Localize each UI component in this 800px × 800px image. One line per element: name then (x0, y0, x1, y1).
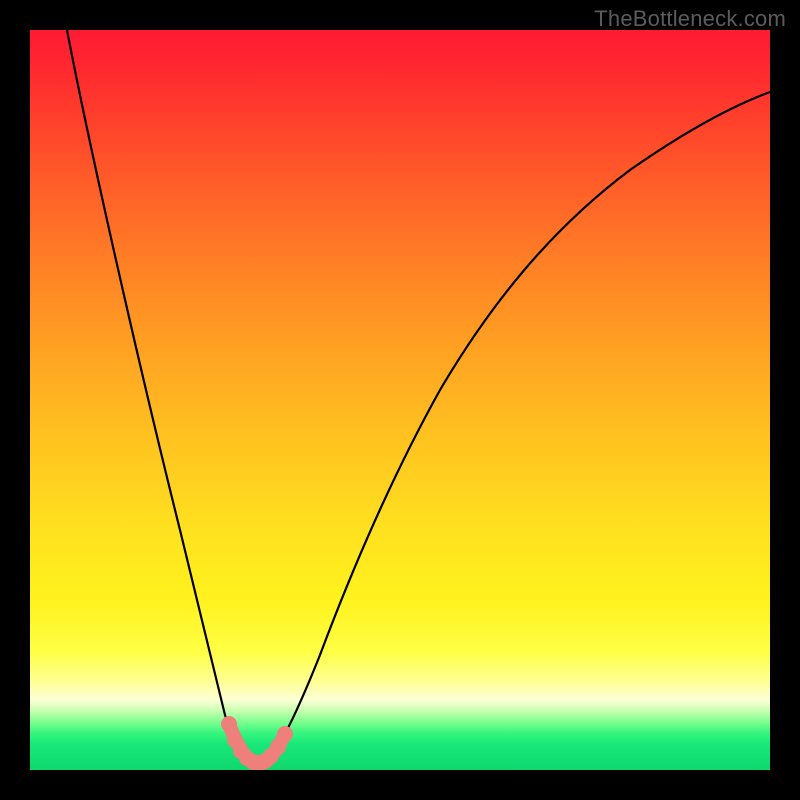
curve-svg (30, 30, 770, 770)
plot-area (30, 30, 770, 770)
chart-frame: TheBottleneck.com (0, 0, 800, 800)
watermark-text: TheBottleneck.com (594, 6, 786, 32)
optimal-zone-markers (222, 717, 292, 770)
bottleneck-curve-path (67, 30, 770, 763)
